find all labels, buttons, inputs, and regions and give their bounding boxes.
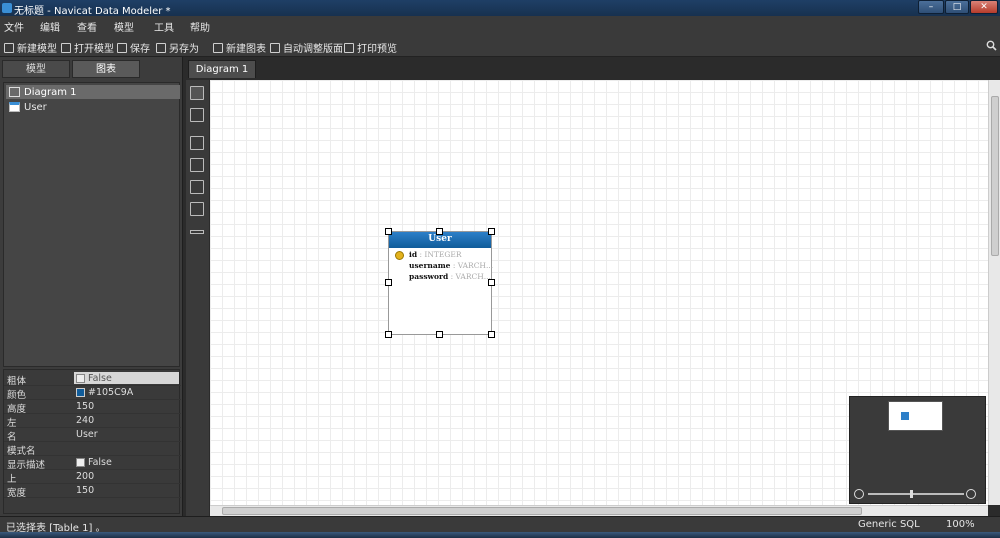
resize-handle[interactable]: [436, 331, 443, 338]
properties-panel: 粗体 False 颜色 #105C9A 高度 150 左 240 名 User 模式名…: [3, 369, 181, 514]
tab-diagram[interactable]: 图表: [72, 60, 140, 78]
resize-handle[interactable]: [385, 331, 392, 338]
zoom-thumb[interactable]: [910, 490, 913, 498]
checkbox-icon: [76, 458, 85, 467]
vertical-scrollbar[interactable]: [988, 80, 1000, 505]
table-icon: [9, 102, 20, 112]
minimap-entity: [901, 412, 909, 420]
resize-handle[interactable]: [488, 279, 495, 286]
tree-item-diagram[interactable]: Diagram 1: [6, 85, 180, 99]
save-as-icon: [156, 42, 166, 53]
save-as-button[interactable]: 另存为: [156, 40, 199, 55]
toolbar: 新建模型 打开模型 保存 另存为 新建图表 自动调整版面 打印预览: [0, 35, 1000, 57]
property-row: 颜色 #105C9A: [4, 386, 181, 401]
db-type: Generic SQL: [858, 519, 920, 530]
resize-handle[interactable]: [488, 228, 495, 235]
menu-tools[interactable]: 工具: [154, 19, 174, 34]
search-icon[interactable]: [986, 40, 997, 51]
view-tool-icon[interactable]: [190, 158, 204, 172]
save-icon: [117, 42, 127, 53]
height-value[interactable]: 150: [76, 401, 94, 412]
scroll-thumb[interactable]: [222, 507, 862, 515]
menu-view[interactable]: 查看: [77, 19, 97, 34]
property-row: 高度 150: [4, 400, 181, 415]
entity-field[interactable]: password : VARCH...: [409, 272, 491, 283]
top-value[interactable]: 200: [76, 471, 94, 482]
print-preview-button[interactable]: 打印预览: [344, 40, 397, 55]
close-button[interactable]: ✕: [970, 0, 998, 14]
os-taskbar: [0, 532, 1000, 538]
resize-handle[interactable]: [488, 331, 495, 338]
tree-item-table[interactable]: User: [6, 100, 180, 114]
pointer-tool-icon[interactable]: [190, 86, 204, 100]
status-bar: 已选择表 [Table 1] 。 Generic SQL 100%: [0, 516, 1000, 534]
property-row: 显示描述 False: [4, 456, 181, 471]
menu-model[interactable]: 模型: [114, 19, 134, 34]
checkbox-icon: [76, 373, 85, 383]
menu-bar: 文件 编辑 查看 模型 工具 帮助: [0, 16, 1000, 35]
new-diagram-button[interactable]: 新建图表: [213, 40, 266, 55]
tab-model[interactable]: 模型: [2, 60, 70, 78]
diagram-icon: [9, 87, 20, 97]
left-value[interactable]: 240: [76, 415, 94, 426]
property-row: 上 200: [4, 470, 181, 485]
bold-checkbox[interactable]: False: [74, 372, 179, 384]
entity-field[interactable]: id : INTEGER: [409, 250, 462, 261]
auto-layout-button[interactable]: 自动调整版面: [270, 40, 343, 55]
new-model-icon: [4, 42, 14, 53]
resize-handle[interactable]: [436, 228, 443, 235]
color-swatch-icon: [76, 388, 85, 397]
property-row: 左 240: [4, 414, 181, 429]
print-icon: [344, 42, 354, 53]
left-panel: 模型 图表 Diagram 1 User 粗体 False 颜色 #105C9A…: [0, 57, 183, 516]
property-row: 粗体 False: [4, 372, 181, 387]
zoom-level: 100%: [946, 519, 975, 530]
title-bar: 无标题 - Navicat Data Modeler * – □ ✕: [0, 0, 1000, 17]
diagram-toolstrip: [186, 80, 209, 516]
app-icon: [2, 3, 12, 13]
auto-layout-icon: [270, 42, 280, 53]
table-tool-icon[interactable]: [190, 136, 204, 150]
color-value[interactable]: #105C9A: [76, 387, 133, 398]
open-model-button[interactable]: 打开模型: [61, 40, 114, 55]
new-model-button[interactable]: 新建模型: [4, 40, 57, 55]
menu-help[interactable]: 帮助: [190, 19, 210, 34]
zoom-out-icon[interactable]: [854, 489, 864, 499]
property-row: 模式名: [4, 442, 181, 457]
folder-icon: [61, 42, 71, 53]
show-description-checkbox[interactable]: False: [76, 457, 112, 468]
width-value[interactable]: 150: [76, 485, 94, 496]
zoom-in-icon[interactable]: [966, 489, 976, 499]
primary-key-icon: [395, 251, 404, 260]
resize-handle[interactable]: [385, 279, 392, 286]
tab-diagram-1[interactable]: Diagram 1: [188, 60, 256, 78]
entity-user[interactable]: User id : INTEGER username : VARCH... pa…: [385, 228, 495, 338]
maximize-button[interactable]: □: [945, 0, 969, 14]
new-diagram-icon: [213, 42, 223, 53]
window-title: 无标题 - Navicat Data Modeler *: [14, 6, 171, 17]
save-button[interactable]: 保存: [117, 40, 150, 55]
minimap-viewport[interactable]: [888, 401, 943, 431]
property-row: 宽度 150: [4, 484, 181, 499]
resize-handle[interactable]: [385, 228, 392, 235]
name-value[interactable]: User: [76, 429, 98, 440]
zoom-slider[interactable]: [854, 489, 982, 499]
minimap[interactable]: [849, 396, 986, 504]
scroll-thumb[interactable]: [991, 96, 999, 256]
entity-field[interactable]: username : VARCH...: [409, 261, 493, 272]
note-tool-icon[interactable]: [190, 180, 204, 194]
label-tool-icon[interactable]: [190, 202, 204, 216]
property-row: 名 User: [4, 428, 181, 443]
menu-edit[interactable]: 编辑: [40, 19, 60, 34]
minimize-button[interactable]: –: [918, 0, 944, 14]
relation-tool-icon[interactable]: [190, 230, 204, 234]
zoom-track: [868, 493, 964, 495]
horizontal-scrollbar[interactable]: [210, 505, 988, 516]
menu-file[interactable]: 文件: [4, 19, 24, 34]
hand-tool-icon[interactable]: [190, 108, 204, 122]
object-tree: Diagram 1 User: [3, 82, 180, 367]
